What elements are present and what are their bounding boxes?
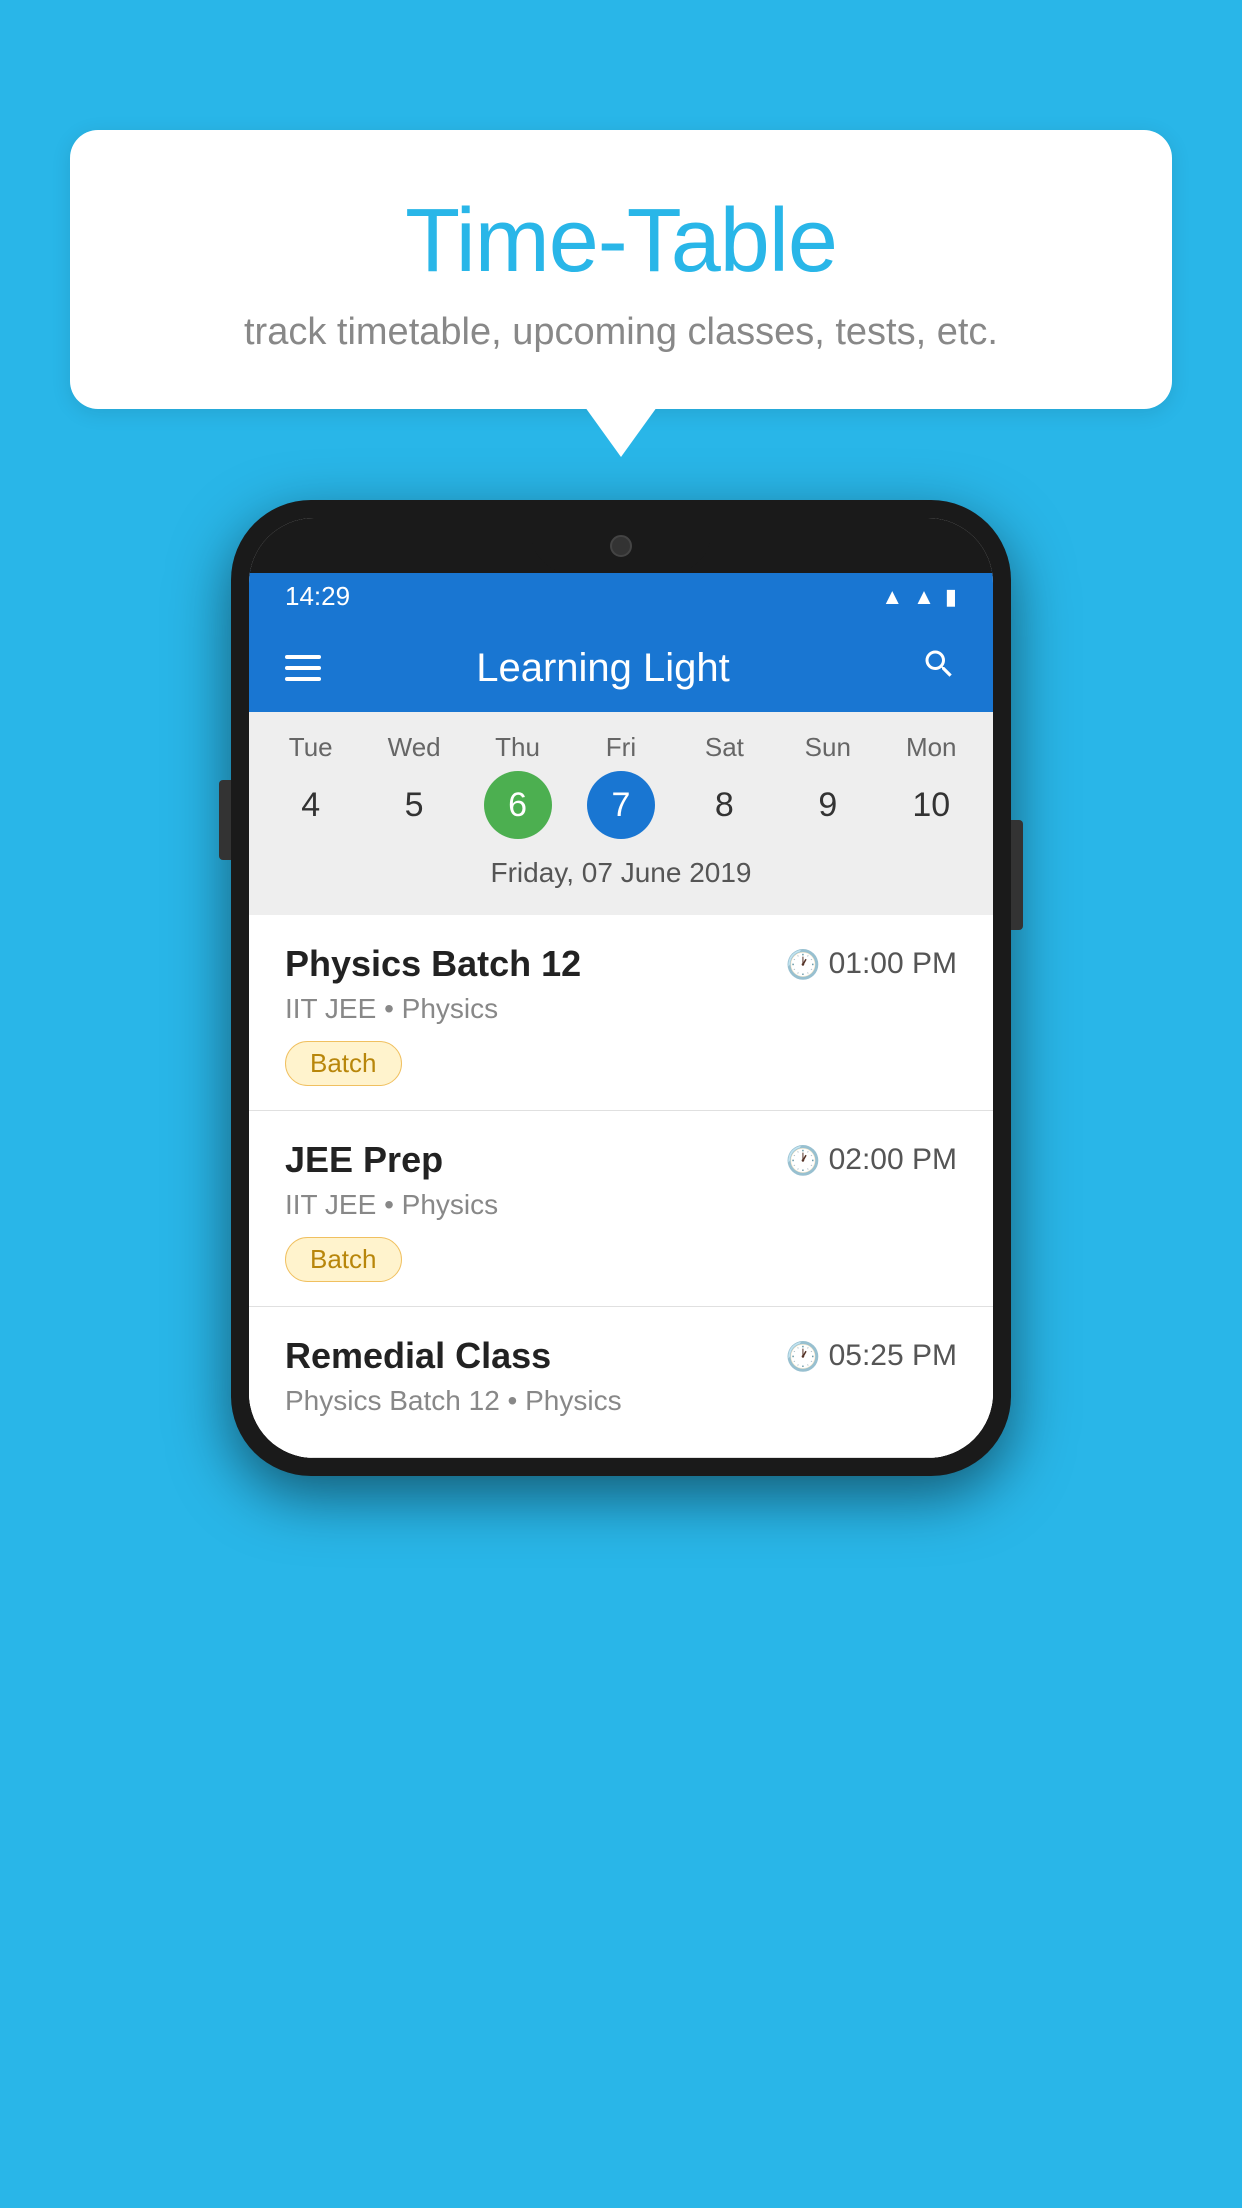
status-bar: 14:29 ▲ ▲ ▮ (249, 569, 993, 624)
day-number-sat: 8 (690, 771, 758, 839)
class-list: Physics Batch 12 🕐 01:00 PM IIT JEE • Ph… (249, 915, 993, 1458)
day-number-fri: 7 (587, 771, 655, 839)
signal-icon: ▲ (913, 584, 935, 610)
class-subtitle-2: IIT JEE • Physics (285, 1189, 957, 1221)
day-col-wed[interactable]: Wed 5 (364, 732, 464, 839)
class-subtitle-1: IIT JEE • Physics (285, 993, 957, 1025)
class-time-3: 🕐 05:25 PM (786, 1339, 957, 1373)
app-bar-title: Learning Light (321, 646, 885, 691)
calendar-days: Tue 4 Wed 5 Thu 6 Fri 7 (259, 732, 983, 839)
day-label-mon: Mon (906, 732, 957, 763)
class-subtitle-3: Physics Batch 12 • Physics (285, 1385, 957, 1417)
class-time-value-3: 05:25 PM (829, 1339, 957, 1373)
batch-badge-2: Batch (285, 1237, 402, 1282)
camera-dot (610, 535, 632, 557)
phone-container: 14:29 ▲ ▲ ▮ Learning Light (231, 500, 1011, 1476)
day-col-thu[interactable]: Thu 6 (468, 732, 568, 839)
class-title-1: Physics Batch 12 (285, 943, 581, 985)
class-item-3[interactable]: Remedial Class 🕐 05:25 PM Physics Batch … (249, 1307, 993, 1458)
class-time-value-1: 01:00 PM (829, 947, 957, 981)
day-label-thu: Thu (495, 732, 540, 763)
day-label-sat: Sat (705, 732, 744, 763)
status-time: 14:29 (285, 581, 350, 612)
bubble-title: Time-Table (150, 190, 1092, 293)
day-number-wed: 5 (380, 771, 448, 839)
day-label-fri: Fri (606, 732, 636, 763)
class-time-2: 🕐 02:00 PM (786, 1143, 957, 1177)
class-item-header-3: Remedial Class 🕐 05:25 PM (285, 1335, 957, 1377)
class-item-1[interactable]: Physics Batch 12 🕐 01:00 PM IIT JEE • Ph… (249, 915, 993, 1111)
day-number-tue: 4 (277, 771, 345, 839)
speech-bubble: Time-Table track timetable, upcoming cla… (70, 130, 1172, 409)
day-col-tue[interactable]: Tue 4 (261, 732, 361, 839)
day-label-sun: Sun (805, 732, 851, 763)
day-number-sun: 9 (794, 771, 862, 839)
speech-bubble-container: Time-Table track timetable, upcoming cla… (70, 130, 1172, 409)
day-label-tue: Tue (289, 732, 333, 763)
day-label-wed: Wed (388, 732, 441, 763)
hamburger-icon[interactable] (285, 655, 321, 681)
class-title-3: Remedial Class (285, 1335, 551, 1377)
class-item-header-2: JEE Prep 🕐 02:00 PM (285, 1139, 957, 1181)
day-col-mon[interactable]: Mon 10 (881, 732, 981, 839)
notch-cutout (531, 518, 711, 573)
day-number-thu: 6 (484, 771, 552, 839)
clock-icon-3: 🕐 (786, 1340, 821, 1373)
clock-icon-1: 🕐 (786, 948, 821, 981)
battery-icon: ▮ (945, 584, 957, 610)
day-col-fri[interactable]: Fri 7 (571, 732, 671, 839)
clock-icon-2: 🕐 (786, 1144, 821, 1177)
class-title-2: JEE Prep (285, 1139, 443, 1181)
class-time-value-2: 02:00 PM (829, 1143, 957, 1177)
bubble-subtitle: track timetable, upcoming classes, tests… (150, 311, 1092, 354)
batch-badge-1: Batch (285, 1041, 402, 1086)
search-icon[interactable] (921, 646, 957, 691)
wifi-icon: ▲ (881, 584, 903, 610)
status-icons: ▲ ▲ ▮ (881, 584, 957, 610)
phone-frame: 14:29 ▲ ▲ ▮ Learning Light (231, 500, 1011, 1476)
class-item-header-1: Physics Batch 12 🕐 01:00 PM (285, 943, 957, 985)
day-col-sat[interactable]: Sat 8 (674, 732, 774, 839)
phone-screen: 14:29 ▲ ▲ ▮ Learning Light (249, 518, 993, 1458)
app-bar: Learning Light (249, 624, 993, 712)
class-item-2[interactable]: JEE Prep 🕐 02:00 PM IIT JEE • Physics Ba… (249, 1111, 993, 1307)
day-number-mon: 10 (897, 771, 965, 839)
class-time-1: 🕐 01:00 PM (786, 947, 957, 981)
phone-notch (249, 518, 993, 573)
calendar-strip: Tue 4 Wed 5 Thu 6 Fri 7 (249, 712, 993, 915)
selected-date-label: Friday, 07 June 2019 (259, 847, 983, 905)
day-col-sun[interactable]: Sun 9 (778, 732, 878, 839)
